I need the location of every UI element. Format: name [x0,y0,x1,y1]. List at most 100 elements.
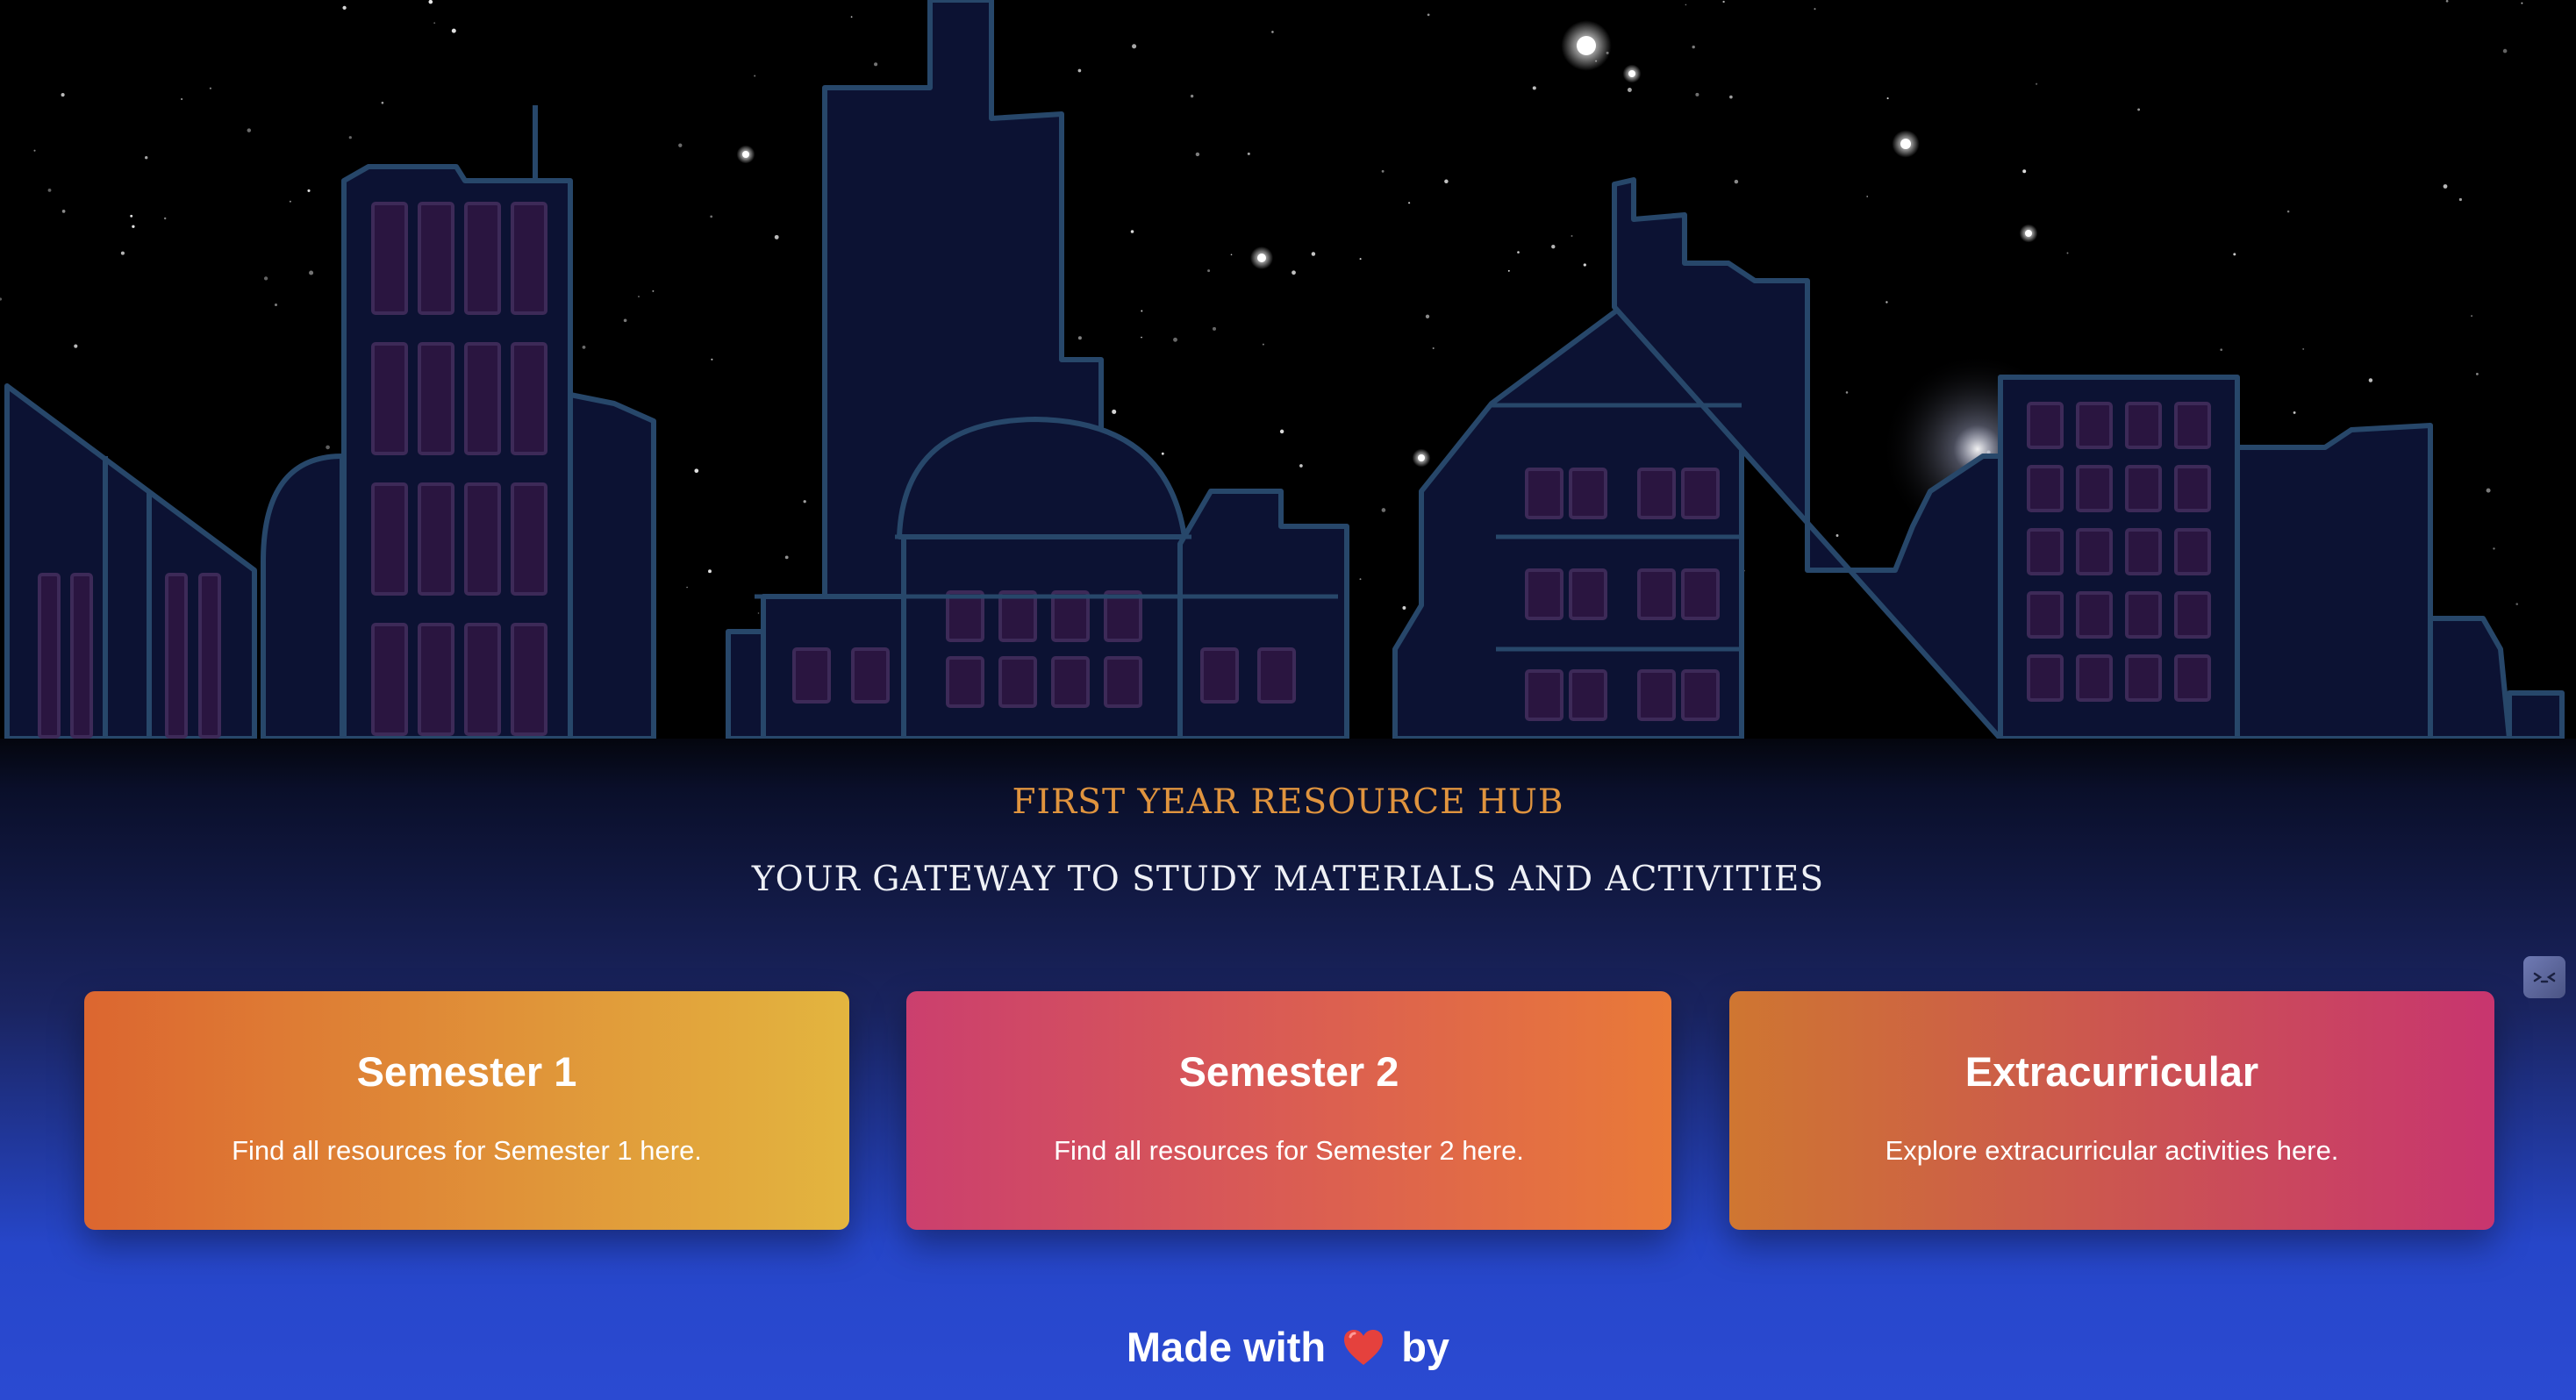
hero-cityscape [0,0,2576,739]
star [1571,235,1573,237]
star [181,98,183,100]
star [754,75,756,77]
star [2515,603,2518,605]
star [638,296,640,298]
star [130,214,133,218]
star [1866,196,1869,197]
cityscape-illustration [0,0,2576,739]
star [1814,8,1816,11]
star [1734,179,1739,184]
star [757,612,760,614]
star [1695,92,1699,96]
star [2458,197,2462,202]
star [2486,488,2491,493]
star [1845,391,1849,394]
star [1077,68,1082,73]
star [1551,245,1556,249]
bright-star-core [1577,36,1596,55]
star [1271,31,1274,33]
star [2286,210,2290,213]
star [1432,346,1435,350]
star [289,200,291,203]
card-title: Semester 2 [1178,1048,1399,1095]
star [209,87,211,89]
star [1247,152,1250,155]
star [652,289,655,292]
card-description: Find all resources for Semester 2 here. [1054,1135,1524,1166]
bright-star-core [742,151,749,158]
card-title: Extracurricular [1964,1048,2259,1095]
star [774,234,779,239]
star [1627,88,1632,92]
star [145,156,148,160]
star [433,22,436,25]
star [120,251,125,255]
page-subtitle: YOUR GATEWAY TO STUDY MATERIALS AND ACTI… [751,860,1825,899]
star [686,586,688,589]
semester-2-card[interactable]: Semester 2 Find all resources for Semest… [906,991,1671,1230]
semester-1-card[interactable]: Semester 1 Find all resources for Semest… [84,991,849,1230]
star [1292,270,1296,275]
star [1722,0,1725,4]
star [850,16,853,18]
star [1299,464,1303,468]
star [326,445,330,450]
star [711,358,713,361]
star [1141,336,1142,339]
star [2493,547,2495,550]
star [1230,254,1233,256]
star [1359,258,1362,261]
star [1279,429,1284,434]
star [47,188,52,192]
star [132,225,135,228]
star [1427,13,1430,17]
star [1507,269,1510,272]
star [2233,253,2236,256]
floating-widget-button[interactable] [2523,956,2565,998]
star [2521,2,2523,4]
star [582,346,586,349]
star [1311,252,1316,256]
star [1207,269,1211,273]
card-description: Explore extracurricular activities here. [1885,1135,2339,1166]
page-title: FIRST YEAR RESOURCE HUB [1012,782,1564,822]
star [33,149,36,152]
star [1161,452,1164,455]
star [381,101,384,104]
star [1885,301,1888,304]
footer-text-before: Made with [1126,1324,1327,1370]
star [1173,337,1177,342]
footer-text-after: by [1401,1324,1450,1370]
star [874,62,878,67]
star [1262,343,1264,346]
star [2293,411,2296,414]
star [2137,108,2141,111]
star [1729,95,1733,99]
star [708,569,712,574]
star [710,215,713,218]
star [2302,347,2305,350]
star [2443,184,2448,189]
star [61,93,65,97]
star [1532,86,1536,90]
extracurricular-card[interactable]: Extracurricular Explore extracurricular … [1729,991,2494,1230]
star [1359,578,1362,581]
star [1077,336,1082,340]
star [428,0,433,4]
star [1381,508,1386,512]
star [623,318,627,323]
star [307,189,311,192]
star [163,217,167,220]
star [2066,252,2069,254]
bright-star-core [2025,230,2032,237]
star [1381,169,1385,173]
star [1112,409,1117,414]
ghost-face-icon [2533,972,2556,983]
star [2476,373,2479,375]
star [247,128,252,132]
star [803,500,806,504]
star [263,276,268,281]
star [1195,152,1200,157]
star [74,344,78,348]
heart-icon [1344,1329,1384,1365]
